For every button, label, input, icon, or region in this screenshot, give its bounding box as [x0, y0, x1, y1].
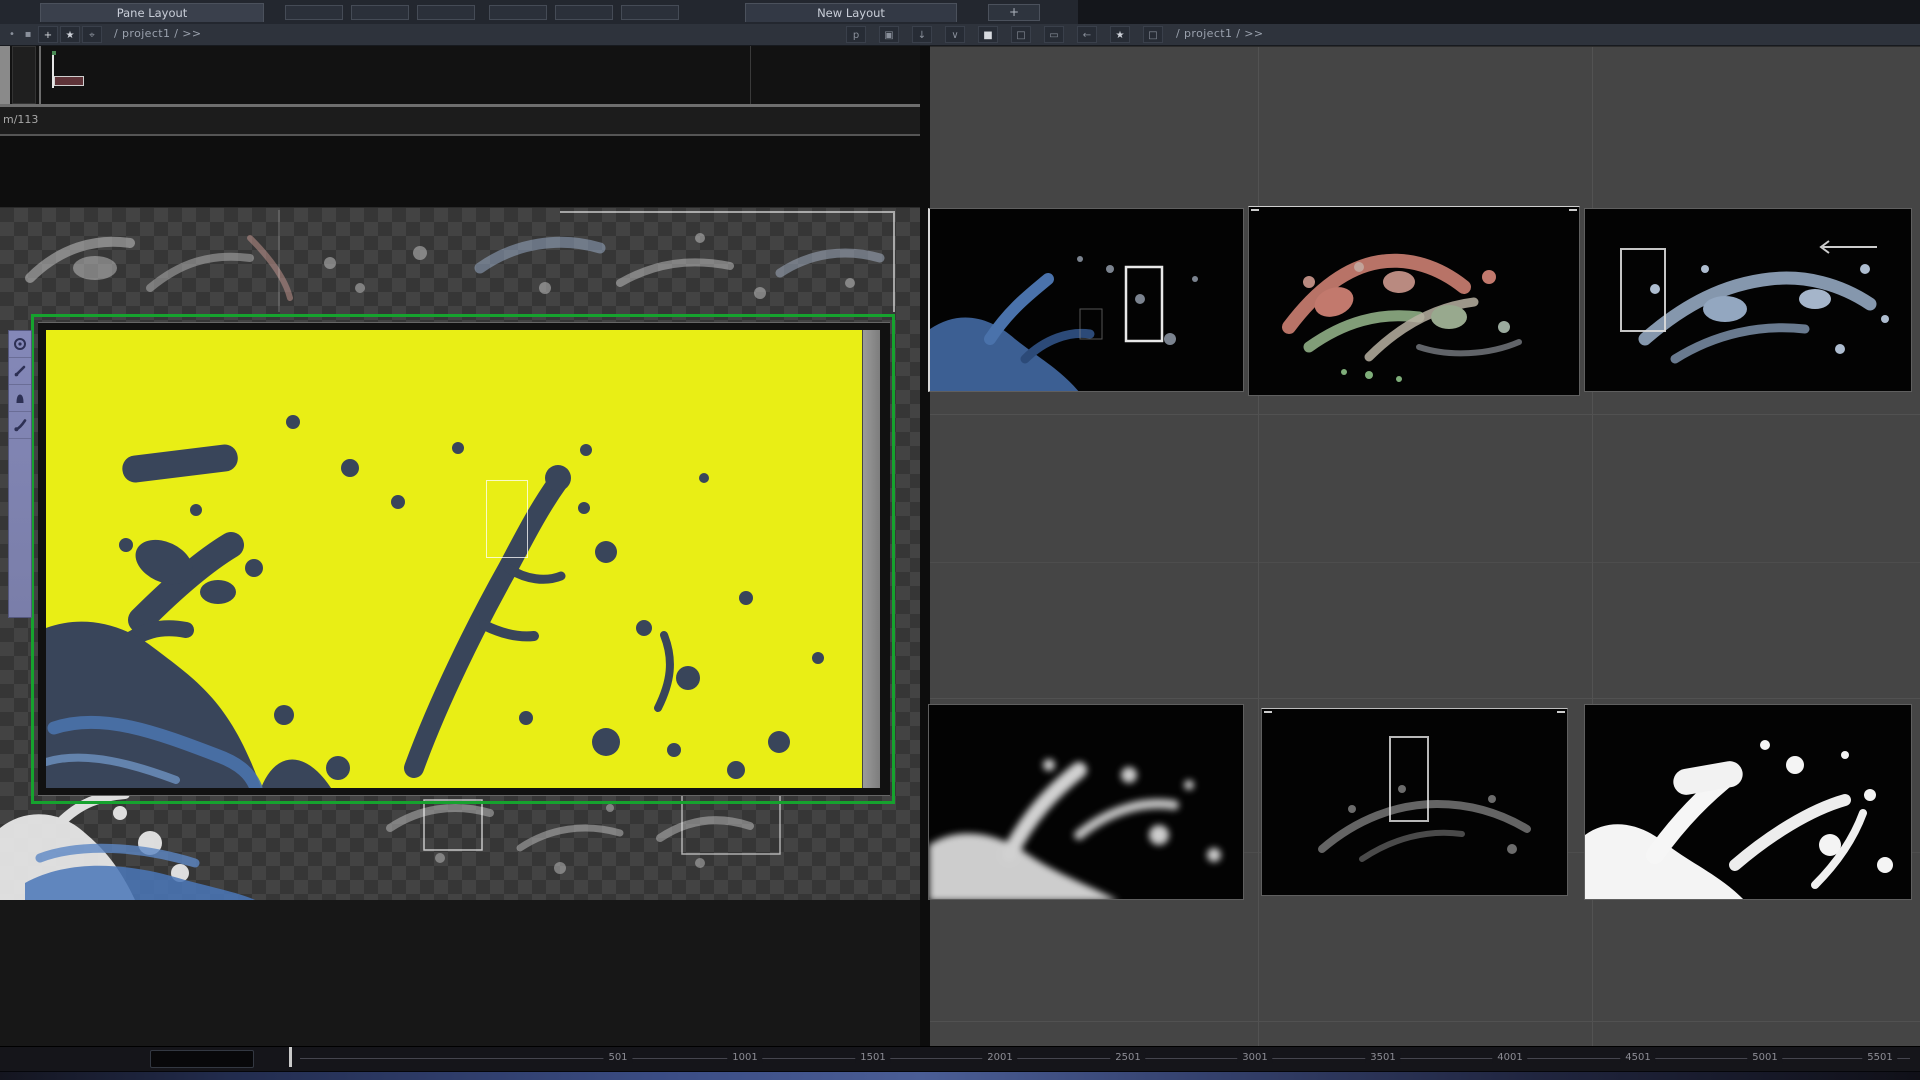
playbar-scrubber[interactable]	[0, 1071, 1920, 1080]
brush-icon[interactable]	[9, 412, 31, 439]
frame-tick: 501	[603, 1052, 632, 1063]
stop-icon[interactable]: ■	[978, 26, 998, 43]
timeline-bar[interactable]: 501 1001 1501 2001 2501 3001 3501 4001 4…	[0, 1046, 1920, 1080]
pane-tab-bar: Pane Layout New Layout +	[0, 0, 1920, 24]
add-tab-button[interactable]: +	[988, 4, 1040, 21]
back-icon[interactable]: ▪	[18, 26, 38, 43]
frame-counter-box[interactable]	[150, 1050, 254, 1068]
app-window: Pane Layout New Layout + • ▪ + ★ ⌖ / pro…	[0, 0, 1920, 1080]
pin-icon[interactable]: ⌖	[82, 26, 102, 43]
grid-line	[930, 698, 1920, 699]
node-thumbnail-multicolor[interactable]	[1248, 206, 1580, 396]
playhead[interactable]	[289, 1047, 292, 1067]
collapse-icon[interactable]: ∨	[945, 26, 965, 43]
ghost-frames-top	[0, 208, 922, 316]
frame-tick: 5001	[1747, 1052, 1782, 1063]
node-thumbnail-dim[interactable]	[1261, 708, 1568, 896]
thumbnail-art	[930, 209, 1244, 392]
left-pane-empty-area	[0, 900, 922, 1046]
grid-line	[930, 562, 1920, 563]
down-icon[interactable]: ↓	[912, 26, 932, 43]
grid-line	[1258, 47, 1259, 1047]
transform-icon[interactable]	[9, 331, 31, 358]
tab-slot[interactable]	[489, 5, 547, 20]
node-thumbnail-soft-white[interactable]	[928, 704, 1244, 900]
grid-line	[930, 1021, 1920, 1022]
thumbnail-art	[1585, 209, 1912, 392]
thumbnail-art	[1262, 709, 1568, 896]
header-divider	[750, 46, 751, 104]
thumbnail-art	[929, 705, 1244, 900]
tab-pane-layout[interactable]: Pane Layout	[40, 3, 264, 22]
thumbnail-art	[1585, 705, 1912, 900]
tab-slot[interactable]	[555, 5, 613, 20]
add-icon[interactable]: +	[38, 26, 58, 43]
tab-slot[interactable]	[351, 5, 409, 20]
ghost-frames-bottom	[0, 788, 922, 900]
thumbnail-art	[1249, 207, 1580, 396]
frame-tick: 3501	[1365, 1052, 1400, 1063]
frame-tick: 5501	[1862, 1052, 1897, 1063]
grid-line	[930, 414, 1920, 415]
back-arrow-icon[interactable]: ←	[1077, 26, 1097, 43]
overlay-rectangle	[486, 480, 528, 558]
tab-slot[interactable]	[621, 5, 679, 20]
display-icon[interactable]: p	[846, 26, 866, 43]
timeline-ruler-line	[300, 1058, 1910, 1059]
right-pane-path[interactable]: / project1 / >>	[1176, 27, 1264, 40]
tab-bar-dark-area	[1078, 0, 1920, 24]
hand-icon[interactable]	[9, 385, 31, 412]
viewer-toolbar	[8, 330, 32, 618]
tab-new-layout[interactable]: New Layout	[745, 3, 957, 22]
node-name-label: m/113	[3, 113, 38, 126]
pen-icon[interactable]	[9, 358, 31, 385]
frame-tick: 4501	[1620, 1052, 1655, 1063]
node-thumbnail-bright-white[interactable]	[1584, 704, 1912, 900]
wide-frame-icon[interactable]: ▭	[1044, 26, 1064, 43]
header-gap	[0, 136, 922, 208]
path-toolbar-row: • ▪ + ★ ⌖ / project1 / >> p ▣ ↓ ∨ ■ □ ▭ …	[0, 24, 1920, 46]
tab-slot[interactable]	[285, 5, 343, 20]
frame-tick: 2001	[982, 1052, 1017, 1063]
left-pane-path[interactable]: / project1 / >>	[114, 27, 202, 40]
favorite-star-icon[interactable]: ★	[60, 26, 80, 43]
node-thumbnail-slate[interactable]	[1584, 208, 1912, 392]
frame-tick: 4001	[1492, 1052, 1527, 1063]
axis-corner-icon	[52, 54, 90, 88]
frame-icon[interactable]: □	[1011, 26, 1031, 43]
box-icon[interactable]: □	[1143, 26, 1163, 43]
tab-slot[interactable]	[417, 5, 475, 20]
header-divider	[39, 46, 41, 104]
node-name-row	[0, 107, 922, 134]
frame-tick: 1001	[727, 1052, 762, 1063]
scroll-indicator[interactable]	[0, 46, 10, 104]
favorite-star-icon[interactable]: ★	[1110, 26, 1130, 43]
frame-tick: 1501	[855, 1052, 890, 1063]
header-cell	[12, 46, 36, 104]
selection-border	[31, 314, 895, 804]
panel-icon[interactable]: ▣	[879, 26, 899, 43]
frame-tick: 2501	[1110, 1052, 1145, 1063]
left-pane-header	[0, 46, 922, 104]
node-thumbnail-blue[interactable]	[928, 208, 1244, 392]
frame-tick: 3001	[1237, 1052, 1272, 1063]
